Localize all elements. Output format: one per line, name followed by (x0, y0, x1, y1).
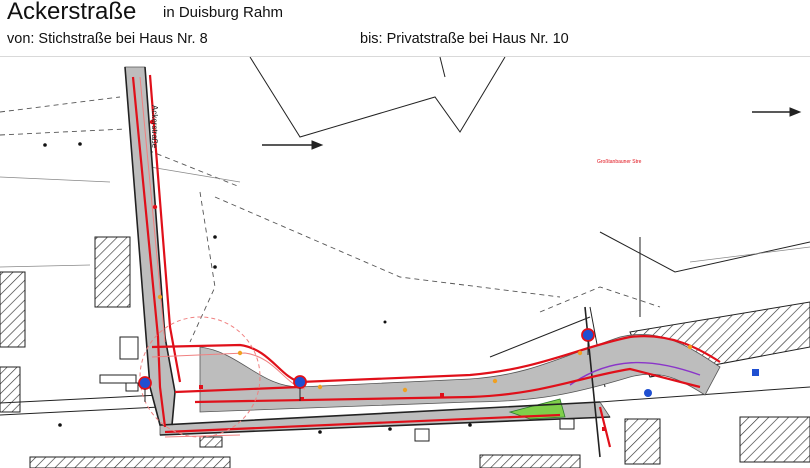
area-map-label: Großtanbauner Stre (597, 159, 642, 165)
street-title: Ackerstraße (7, 0, 137, 25)
district-label: in Duisburg Rahm (163, 4, 284, 21)
site-plan-map: Ackerstraße Großtanbauner Stre (0, 57, 810, 468)
road-surface (124, 66, 721, 436)
to-location: bis: Privatstraße bei Haus Nr. 10 (360, 31, 569, 47)
from-location: von: Stichstraße bei Haus Nr. 8 (7, 31, 208, 47)
site-plan-svg: Ackerstraße Großtanbauner Stre (0, 57, 810, 468)
map-header: Ackerstraße in Duisburg Rahm von: Stichs… (0, 0, 810, 57)
street-map-label: Ackerstraße (150, 105, 159, 149)
arrow-right-icon (262, 107, 802, 150)
